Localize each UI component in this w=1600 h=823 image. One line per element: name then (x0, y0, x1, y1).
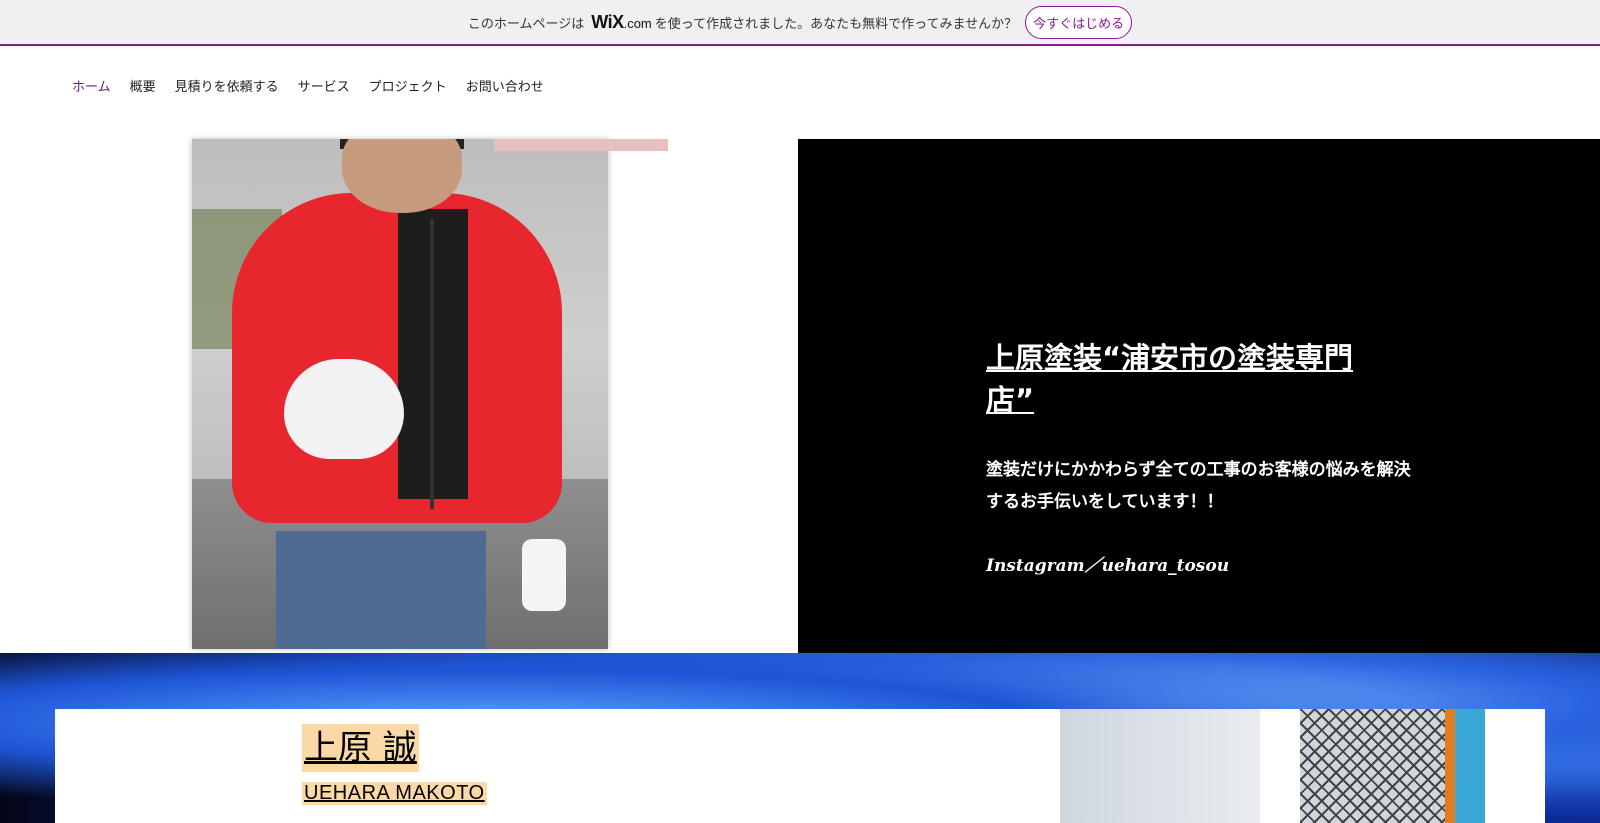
nav-item-contact[interactable]: お問い合わせ (466, 76, 544, 95)
nav-item-quote[interactable]: 見積りを依頼する (175, 76, 279, 95)
wix-logo-text: WiX (591, 11, 624, 32)
nav-item-projects[interactable]: プロジェクト (369, 76, 447, 95)
wix-logo[interactable]: WiX.com (591, 12, 652, 33)
nav-item-home[interactable]: ホーム (72, 76, 111, 95)
photo-glove (522, 539, 566, 611)
nav-item-about[interactable]: 概要 (130, 76, 156, 95)
wix-banner-text-after: を使って作成されました。あなたも無料で作ってみませんか？ (654, 16, 1018, 32)
work-photo-pole (1445, 709, 1455, 823)
profile-name-jp: 上原 誠 (302, 724, 419, 772)
main-nav: ホーム 概要 見積りを依頼する サービス プロジェクト お問い合わせ (72, 76, 563, 95)
wix-banner-text: このホームページは (467, 16, 585, 32)
photo-red-jacket (232, 193, 562, 523)
photo-helmet (284, 359, 404, 459)
work-photo (1060, 709, 1485, 823)
hero-photo (192, 139, 608, 649)
photo-jeans (276, 531, 486, 649)
work-photo-wall (1060, 709, 1260, 823)
photo-zipper (430, 219, 434, 509)
nav-item-services[interactable]: サービス (298, 76, 350, 95)
hero-panel: 上原塗装“浦安市の塗装専門店” 塗装だけにかかわらず全ての工事のお客様の悩みを解… (798, 139, 1600, 653)
wix-logo-suffix: .com (623, 15, 652, 31)
hero-description: 塗装だけにかかわらず全ての工事のお客様の悩みを解決するお手伝いをしています！！ (986, 460, 1411, 512)
work-photo-blue-sheet (1455, 709, 1485, 823)
wix-ad-banner: このホームページは WiX.com を使って作成されました。あなたも無料で作って… (0, 0, 1600, 46)
work-photo-pipe (1260, 709, 1300, 823)
hero-title[interactable]: 上原塗装“浦安市の塗装専門店” (986, 337, 1396, 421)
start-now-button[interactable]: 今すぐはじめる (1025, 5, 1133, 39)
profile-name-en: UEHARA MAKOTO (302, 782, 487, 805)
pink-label-strip (494, 139, 668, 151)
instagram-handle: Instagram／uehara_tosou (986, 556, 1230, 576)
